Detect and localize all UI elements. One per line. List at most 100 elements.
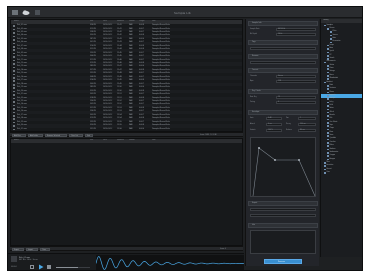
table-row[interactable]: Kick_31.wav 291 KB 2015-03-12 12:56 WAV 0:00.… [11,128,242,131]
add-folder-button[interactable]: Add Folder [28,134,43,137]
window-title: Sample Lib [174,11,191,15]
cell-path: /Samples/Drums/Kicks [152,52,170,54]
stop-icon[interactable] [47,265,51,269]
tree-item-label: Pads [329,84,334,86]
cell-date: 2015-03-12 [103,111,113,113]
tree-item-label: Risers [329,91,335,93]
label-sustain: Sustain [250,130,256,131]
section-convert[interactable]: Convert [248,68,318,73]
cell-path: /Samples/Drums/Kicks [152,63,170,65]
cloud-icon[interactable] [22,10,30,15]
cell-size: 321 KB [90,107,96,109]
tree-item[interactable]: User [321,171,362,174]
cell-mod: 12:54 [117,114,122,116]
cell-mod: 12:46 [117,63,122,65]
folder-icon [327,121,329,124]
cell-mod: 12:48 [117,73,122,75]
cell-fmt: WAV [129,76,133,78]
col-name[interactable]: Name [14,21,19,22]
cell-path: /Samples/Drums/Kicks [152,45,170,47]
folder-icon [324,165,326,168]
audio-file-icon [13,87,15,89]
tree-item-label: Congas [329,155,336,157]
root-key-select[interactable] [276,96,316,100]
folder-icon [327,118,329,121]
waveform-view[interactable] [95,255,245,270]
cell-mod: 12:52 [117,100,122,102]
col-name[interactable]: Name [14,140,19,141]
transport-bar: Kick_01.wav 44.1 kHz · 24 bit · Stereo 0… [8,253,245,270]
sort-button[interactable]: Sort [85,134,93,137]
cell-path: /Samples/Drums/Kicks [152,56,170,58]
remove-selected-button[interactable]: Remove Selected [45,134,67,137]
settings-icon[interactable] [35,10,40,15]
col-modified[interactable]: Modified [117,140,124,141]
col-date[interactable]: Date [103,21,107,22]
tree-item-label: Instruments [326,61,336,63]
col-date[interactable]: Date [103,140,107,141]
play-icon[interactable] [38,264,44,270]
cell-mod: 12:47 [117,69,122,71]
tags-input[interactable] [250,47,316,51]
section-info[interactable]: Info [248,223,318,228]
audio-file-icon [13,104,15,107]
col-modified[interactable]: Modified [117,21,124,22]
folder-icon [330,31,332,34]
cell-len: 0:00.7 [139,83,145,85]
section-sample-info[interactable]: Sample Info [248,21,318,26]
envelope-graph[interactable] [250,137,316,197]
cell-path: /Samples/Drums/Kicks [152,49,170,51]
export-button[interactable]: Export [12,248,24,251]
bpm-input[interactable] [276,80,316,84]
tree-item-label: Vocals [329,58,335,60]
col-format[interactable]: Format [129,21,135,22]
process-button[interactable]: Process [264,259,302,264]
add-files-button[interactable]: Add Files [12,134,26,137]
label-decay: Decay [286,124,291,125]
col-path[interactable]: Path [152,21,156,22]
tree-item-label: Field [329,104,333,106]
tree-item-label: Tops [329,125,333,127]
close-button[interactable]: Close [40,248,50,251]
folder-icon [327,148,329,151]
folder-icon [324,168,326,171]
section-envelope[interactable]: Envelope [248,110,318,115]
cell-mod: 12:49 [117,80,122,82]
cell-len: 0:00.8 [139,63,145,65]
cell-mod: 12:48 [117,76,122,78]
cell-date: 2015-03-12 [103,100,113,102]
tuning-input[interactable] [276,101,316,105]
cell-path: /Samples/Drums/Kicks [152,121,170,123]
cell-fmt: WAV [129,28,133,30]
rename-input[interactable] [250,61,316,65]
col-size[interactable]: Size [90,140,93,141]
cell-size: 294 KB [90,111,96,113]
tree-item-label: Tambourine [329,151,339,153]
export-path-input[interactable] [250,208,316,212]
cell-date: 2015-03-12 [103,104,113,106]
cell-path: /Samples/Drums/Kicks [152,97,170,99]
cell-fmt: WAV [129,66,133,68]
volume-slider[interactable] [56,266,90,268]
section-tags[interactable]: Tags [248,40,318,45]
cell-size: 291 KB [90,128,96,130]
cell-size: 298 KB [90,31,96,33]
section-key-scale[interactable]: Key / Scale [248,89,318,94]
col-path[interactable]: Path [152,140,156,141]
section-export[interactable]: Export [248,201,318,206]
loop-icon[interactable] [30,265,34,269]
clear-list-button[interactable]: Clear List [69,134,83,137]
col-size[interactable]: Size [90,21,93,22]
tree-item-label: Guitar [329,64,335,66]
col-length[interactable]: Length [139,21,145,22]
section-rename[interactable]: Rename [248,54,318,59]
cell-fmt: WAV [129,63,133,65]
cell-fmt: WAV [129,107,133,109]
folder-icon [327,131,329,134]
cell-size: 306 KB [90,56,96,58]
cell-fmt: WAV [129,80,133,82]
col-format[interactable]: Format [129,140,135,141]
cell-name: Kick_16.wav [17,76,27,78]
export-format-select[interactable] [250,214,316,218]
import-button[interactable]: Import [26,248,38,251]
